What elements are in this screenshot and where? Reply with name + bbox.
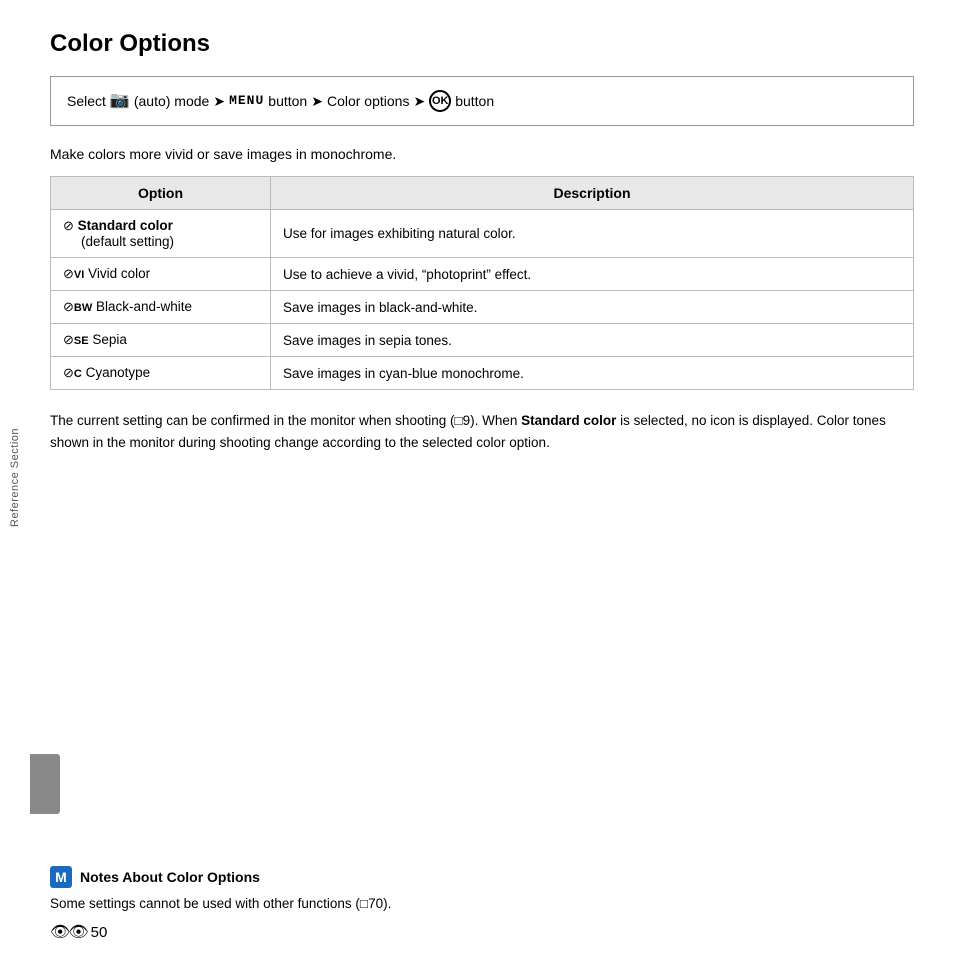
option-standard: ⊘ Standard color (default setting) — [51, 210, 271, 258]
camera-icon: 📷 — [110, 89, 130, 113]
table-row: ⊘C Cyanotype Save images in cyan-blue mo… — [51, 357, 914, 390]
notes-title: Notes About Color Options — [80, 869, 260, 885]
section-tab — [30, 754, 60, 814]
instruction-button2: button — [455, 91, 494, 112]
instruction-button1: button — [268, 91, 307, 112]
table-row: ⊘SE Sepia Save images in sepia tones. — [51, 324, 914, 357]
page-title: Color Options — [50, 30, 914, 58]
table-row: ⊘ Standard color (default setting) Use f… — [51, 210, 914, 258]
page-footer: 👁👁 50 — [50, 922, 107, 942]
ok-button-icon: OK — [429, 90, 451, 112]
arrow2: ➤ — [311, 91, 323, 112]
arrow3: ➤ — [413, 91, 425, 112]
instruction-color-options: Color options — [327, 91, 410, 112]
main-content: Color Options Select 📷 (auto) mode ➤ MEN… — [30, 0, 954, 954]
desc-sepia: Save images in sepia tones. — [271, 324, 914, 357]
desc-bw: Save images in black-and-white. — [271, 291, 914, 324]
table-row: ⊘VI Vivid color Use to achieve a vivid, … — [51, 258, 914, 291]
desc-vivid: Use to achieve a vivid, “photoprint” eff… — [271, 258, 914, 291]
notes-header: M Notes About Color Options — [50, 866, 914, 888]
col-header-option: Option — [51, 177, 271, 210]
side-tab: Reference Section — [0, 0, 30, 954]
instruction-prefix: Select — [67, 91, 106, 112]
menu-label: MENU — [229, 91, 264, 111]
desc-standard: Use for images exhibiting natural color. — [271, 210, 914, 258]
notes-icon: M — [50, 866, 72, 888]
table-row: ⊘BW Black-and-white Save images in black… — [51, 291, 914, 324]
page-number: 50 — [91, 924, 108, 941]
arrow1: ➤ — [213, 91, 225, 112]
instruction-auto-mode: (auto) mode — [134, 91, 209, 112]
option-vivid: ⊘VI Vivid color — [51, 258, 271, 291]
options-table: Option Description ⊘ Standard color (def… — [50, 176, 914, 390]
side-label: Reference Section — [9, 428, 21, 527]
option-sepia: ⊘SE Sepia — [51, 324, 271, 357]
notes-text: Some settings cannot be used with other … — [50, 894, 914, 914]
option-cyanotype: ⊘C Cyanotype — [51, 357, 271, 390]
intro-text: Make colors more vivid or save images in… — [50, 146, 914, 162]
binoculars-icon: 👁👁 — [50, 922, 87, 942]
instruction-box: Select 📷 (auto) mode ➤ MENU button ➤ Col… — [50, 76, 914, 126]
option-bw: ⊘BW Black-and-white — [51, 291, 271, 324]
desc-cyanotype: Save images in cyan-blue monochrome. — [271, 357, 914, 390]
body-paragraph: The current setting can be confirmed in … — [50, 410, 914, 453]
col-header-description: Description — [271, 177, 914, 210]
notes-section: M Notes About Color Options Some setting… — [50, 866, 914, 914]
